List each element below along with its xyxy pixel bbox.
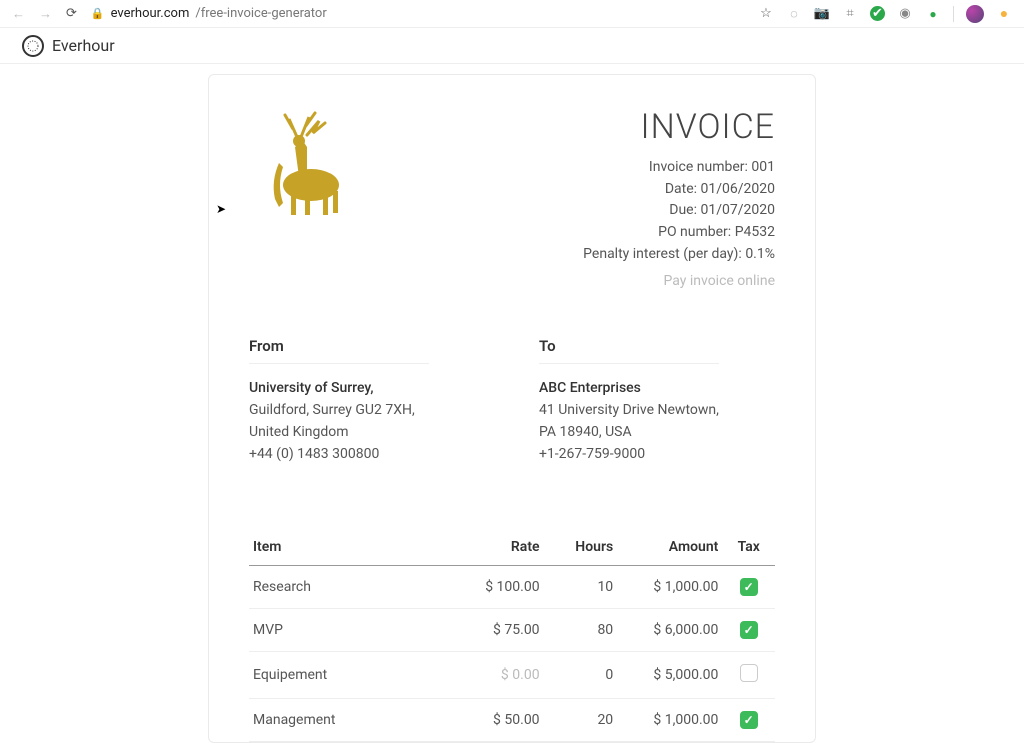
meta-due[interactable]: Due: 01/07/2020: [583, 200, 775, 222]
from-name: University of Surrey,: [249, 378, 429, 400]
to-addr-line: PA 18940, USA: [539, 422, 719, 444]
browser-toolbar: ← → ⟳ 🔒 everhour.com/free-invoice-genera…: [0, 0, 1024, 28]
table-row[interactable]: Equipement$ 0.000$ 5,000.00: [249, 652, 775, 699]
checkbox-checked-icon[interactable]: ✓: [740, 578, 758, 596]
brand[interactable]: Everhour: [22, 35, 115, 57]
camera-icon[interactable]: 📷: [814, 6, 830, 22]
extension-icon[interactable]: ⌗: [842, 6, 858, 22]
item-tax[interactable]: ✓: [722, 609, 775, 652]
from-heading: From: [249, 337, 429, 364]
col-tax: Tax: [722, 529, 775, 566]
item-hours[interactable]: 80: [544, 609, 618, 652]
bookmark-star-icon[interactable]: ☆: [758, 6, 774, 22]
item-amount[interactable]: $ 1,000.00: [617, 566, 722, 609]
extension-icon[interactable]: ●: [996, 6, 1012, 22]
meta-po[interactable]: PO number: P4532: [583, 222, 775, 244]
pay-invoice-link[interactable]: Pay invoice online: [583, 273, 775, 289]
meta-penalty[interactable]: Penalty interest (per day): 0.1%: [583, 244, 775, 266]
col-rate: Rate: [459, 529, 543, 566]
item-hours[interactable]: 0: [544, 652, 618, 699]
company-logo[interactable]: [249, 107, 369, 227]
col-hours: Hours: [544, 529, 618, 566]
item-tax[interactable]: [722, 652, 775, 699]
checkbox-checked-icon[interactable]: ✓: [740, 621, 758, 639]
invoice-card: INVOICE Invoice number: 001 Date: 01/06/…: [208, 74, 816, 743]
extension-icon[interactable]: ◌: [786, 6, 802, 22]
item-name[interactable]: MVP: [249, 609, 459, 652]
profile-avatar[interactable]: [966, 5, 984, 23]
col-amount: Amount: [617, 529, 722, 566]
item-hours[interactable]: 10: [544, 566, 618, 609]
app-header: Everhour: [0, 28, 1024, 64]
item-tax[interactable]: ✓: [722, 566, 775, 609]
from-phone: +44 (0) 1483 300800: [249, 444, 429, 466]
item-tax[interactable]: ✓: [722, 699, 775, 742]
url-path: /free-invoice-generator: [195, 6, 326, 21]
url-domain: everhour.com: [111, 6, 190, 21]
play-icon[interactable]: ●: [925, 6, 941, 22]
from-block[interactable]: From University of Surrey, Guildford, Su…: [249, 337, 429, 465]
to-block[interactable]: To ABC Enterprises 41 University Drive N…: [539, 337, 719, 465]
item-rate[interactable]: $ 100.00: [459, 566, 543, 609]
items-table: Item Rate Hours Amount Tax Research$ 100…: [249, 529, 775, 742]
table-row[interactable]: MVP$ 75.0080$ 6,000.00 ✓: [249, 609, 775, 652]
shield-icon[interactable]: ◉: [897, 6, 913, 22]
nav-refresh-icon[interactable]: ⟳: [66, 6, 77, 21]
cursor-icon: ➤: [216, 202, 226, 216]
to-phone: +1-267-759-9000: [539, 444, 719, 466]
item-amount[interactable]: $ 6,000.00: [617, 609, 722, 652]
item-amount[interactable]: $ 1,000.00: [617, 699, 722, 742]
item-name[interactable]: Management: [249, 699, 459, 742]
to-addr-line: 41 University Drive Newtown,: [539, 400, 719, 422]
meta-invoice-number[interactable]: Invoice number: 001: [583, 157, 775, 179]
item-name[interactable]: Research: [249, 566, 459, 609]
to-name: ABC Enterprises: [539, 378, 719, 400]
brand-logo-icon: [22, 35, 44, 57]
to-heading: To: [539, 337, 719, 364]
item-name[interactable]: Equipement: [249, 652, 459, 699]
lock-icon: 🔒: [91, 7, 105, 20]
checkbox-checked-icon[interactable]: ✓: [740, 711, 758, 729]
item-rate[interactable]: $ 0.00: [459, 652, 543, 699]
invoice-title: INVOICE: [583, 107, 775, 147]
nav-forward-icon[interactable]: →: [39, 6, 52, 22]
item-rate[interactable]: $ 75.00: [459, 609, 543, 652]
from-addr-line: United Kingdom: [249, 422, 429, 444]
toolbar-divider: [953, 6, 954, 22]
brand-name: Everhour: [52, 36, 115, 55]
extension-badge-icon[interactable]: ✔: [870, 6, 885, 21]
col-item: Item: [249, 529, 459, 566]
item-hours[interactable]: 20: [544, 699, 618, 742]
table-row[interactable]: Research$ 100.0010$ 1,000.00 ✓: [249, 566, 775, 609]
table-row[interactable]: Management$ 50.0020$ 1,000.00 ✓: [249, 699, 775, 742]
nav-back-icon[interactable]: ←: [12, 6, 25, 22]
checkbox-unchecked-icon[interactable]: [740, 664, 758, 682]
item-amount[interactable]: $ 5,000.00: [617, 652, 722, 699]
address-bar[interactable]: 🔒 everhour.com/free-invoice-generator: [91, 6, 327, 21]
from-addr-line: Guildford, Surrey GU2 7XH,: [249, 400, 429, 422]
meta-date[interactable]: Date: 01/06/2020: [583, 179, 775, 201]
item-rate[interactable]: $ 50.00: [459, 699, 543, 742]
